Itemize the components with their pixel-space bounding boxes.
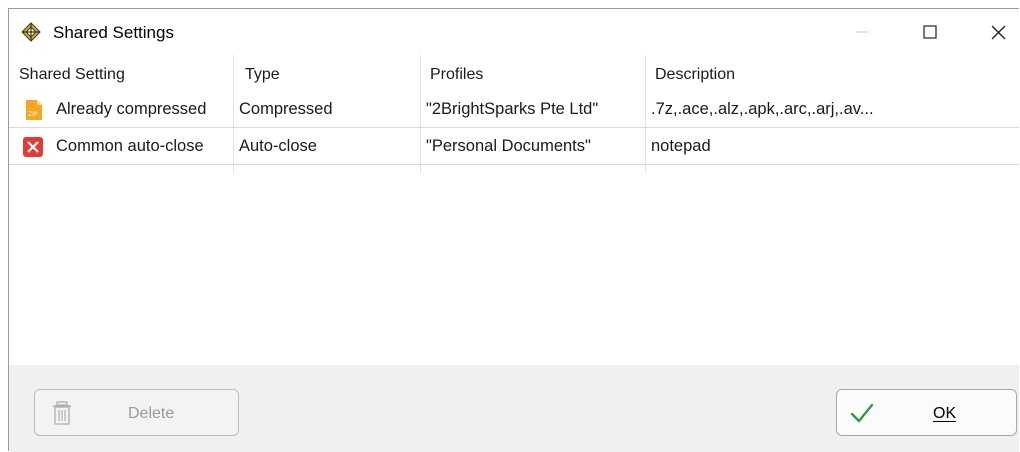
column-header-description[interactable]: Description — [655, 59, 735, 91]
table-row[interactable]: ZIP Already compressed Compressed "2Brig… — [9, 91, 1019, 128]
setting-name: Already compressed — [56, 100, 207, 118]
delete-button[interactable]: Delete — [34, 389, 239, 436]
svg-text:ZIP: ZIP — [28, 111, 38, 118]
red-x-icon — [23, 137, 43, 157]
delete-button-label: Delete — [128, 405, 175, 422]
title-bar[interactable]: Shared Settings — [9, 9, 1019, 55]
window-title: Shared Settings — [53, 23, 174, 42]
maximize-icon — [923, 25, 937, 39]
column-header-type[interactable]: Type — [245, 59, 280, 91]
close-icon — [991, 25, 1005, 39]
checkmark-icon — [850, 403, 874, 423]
dialog-footer: Delete OK — [9, 365, 1019, 452]
table-row[interactable]: Common auto-close Auto-close "Personal D… — [9, 128, 1019, 165]
maximize-button[interactable] — [907, 9, 953, 55]
app-logo-icon — [21, 22, 41, 42]
setting-description: .7z,.ace,.alz,.apk,.arc,.arj,.av... — [651, 100, 874, 118]
setting-profiles: "2BrightSparks Pte Ltd" — [426, 100, 599, 118]
trash-icon — [53, 401, 71, 425]
setting-profiles: "Personal Documents" — [426, 137, 591, 155]
setting-description: notepad — [651, 137, 711, 155]
shared-settings-dialog: Shared Settings Shared Setting Type Prof… — [8, 8, 1019, 452]
minimize-icon — [856, 31, 868, 33]
close-button[interactable] — [975, 9, 1020, 55]
zip-file-icon: ZIP — [26, 100, 42, 120]
column-header-shared-setting[interactable]: Shared Setting — [19, 59, 125, 91]
ok-button-label: OK — [933, 405, 957, 422]
table-header: Shared Setting Type Profiles Description — [9, 59, 1019, 91]
setting-name: Common auto-close — [56, 137, 204, 155]
setting-type: Auto-close — [239, 137, 317, 155]
ok-button[interactable]: OK — [836, 389, 1017, 436]
setting-type: Compressed — [239, 100, 333, 118]
column-header-profiles[interactable]: Profiles — [430, 59, 483, 91]
minimize-button[interactable] — [839, 9, 885, 55]
